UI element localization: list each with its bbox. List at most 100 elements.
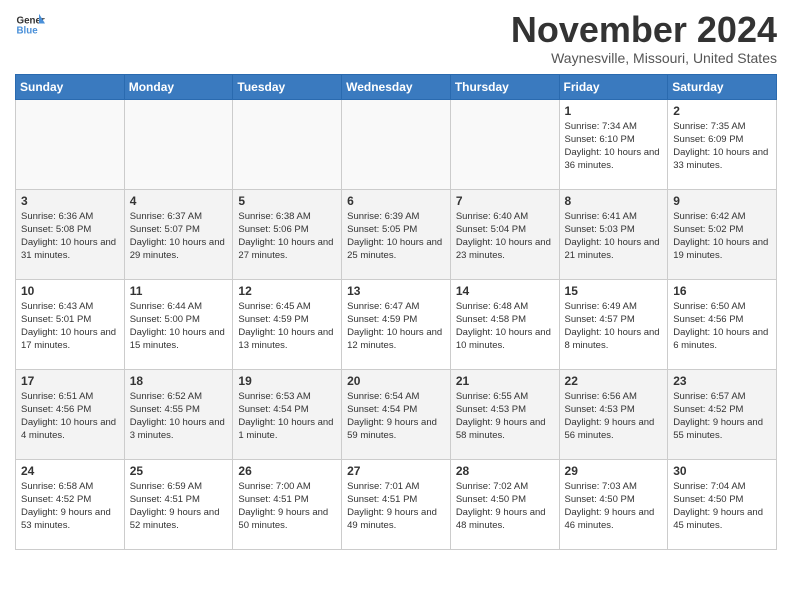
day-number: 10: [21, 284, 119, 298]
calendar-cell: 23 Sunrise: 6:57 AM Sunset: 4:52 PM Dayli…: [668, 369, 777, 459]
day-info: Sunrise: 6:53 AM Sunset: 4:54 PM Dayligh…: [238, 390, 336, 443]
weekday-header-sunday: Sunday: [16, 74, 125, 99]
calendar-cell: [342, 99, 451, 189]
day-info: Sunrise: 7:00 AM Sunset: 4:51 PM Dayligh…: [238, 480, 336, 533]
day-number: 13: [347, 284, 445, 298]
day-number: 5: [238, 194, 336, 208]
weekday-header-wednesday: Wednesday: [342, 74, 451, 99]
day-number: 23: [673, 374, 771, 388]
day-number: 19: [238, 374, 336, 388]
calendar-cell: [450, 99, 559, 189]
day-number: 27: [347, 464, 445, 478]
day-number: 17: [21, 374, 119, 388]
calendar-cell: 1Sunrise: 7:34 AM Sunset: 6:10 PM Daylig…: [559, 99, 668, 189]
day-number: 24: [21, 464, 119, 478]
day-info: Sunrise: 7:34 AM Sunset: 6:10 PM Dayligh…: [565, 120, 663, 173]
day-info: Sunrise: 6:58 AM Sunset: 4:52 PM Dayligh…: [21, 480, 119, 533]
day-info: Sunrise: 6:50 AM Sunset: 4:56 PM Dayligh…: [673, 300, 771, 353]
day-number: 20: [347, 374, 445, 388]
calendar-cell: 28 Sunrise: 7:02 AM Sunset: 4:50 PM Dayli…: [450, 459, 559, 549]
calendar-cell: [16, 99, 125, 189]
calendar-cell: 15 Sunrise: 6:49 AM Sunset: 4:57 PM Dayli…: [559, 279, 668, 369]
calendar-cell: 2Sunrise: 7:35 AM Sunset: 6:09 PM Daylig…: [668, 99, 777, 189]
calendar-week-row: 24 Sunrise: 6:58 AM Sunset: 4:52 PM Dayli…: [16, 459, 777, 549]
calendar-cell: 20 Sunrise: 6:54 AM Sunset: 4:54 PM Dayli…: [342, 369, 451, 459]
day-number: 8: [565, 194, 663, 208]
calendar-cell: 17 Sunrise: 6:51 AM Sunset: 4:56 PM Dayli…: [16, 369, 125, 459]
calendar-cell: 13 Sunrise: 6:47 AM Sunset: 4:59 PM Dayli…: [342, 279, 451, 369]
day-info: Sunrise: 6:54 AM Sunset: 4:54 PM Dayligh…: [347, 390, 445, 443]
day-info: Sunrise: 6:56 AM Sunset: 4:53 PM Dayligh…: [565, 390, 663, 443]
day-info: Sunrise: 6:49 AM Sunset: 4:57 PM Dayligh…: [565, 300, 663, 353]
calendar-cell: 5 Sunrise: 6:38 AM Sunset: 5:06 PM Daylig…: [233, 189, 342, 279]
weekday-header-monday: Monday: [124, 74, 233, 99]
day-info: Sunrise: 6:47 AM Sunset: 4:59 PM Dayligh…: [347, 300, 445, 353]
weekday-header-friday: Friday: [559, 74, 668, 99]
day-info: Sunrise: 7:03 AM Sunset: 4:50 PM Dayligh…: [565, 480, 663, 533]
calendar-cell: 21 Sunrise: 6:55 AM Sunset: 4:53 PM Dayli…: [450, 369, 559, 459]
calendar-cell: 7 Sunrise: 6:40 AM Sunset: 5:04 PM Daylig…: [450, 189, 559, 279]
day-number: 26: [238, 464, 336, 478]
calendar-cell: 19 Sunrise: 6:53 AM Sunset: 4:54 PM Dayli…: [233, 369, 342, 459]
calendar-week-row: 10 Sunrise: 6:43 AM Sunset: 5:01 PM Dayli…: [16, 279, 777, 369]
calendar-cell: [233, 99, 342, 189]
day-number: 15: [565, 284, 663, 298]
day-number: 7: [456, 194, 554, 208]
calendar-week-row: 3Sunrise: 6:36 AM Sunset: 5:08 PM Daylig…: [16, 189, 777, 279]
day-number: 9: [673, 194, 771, 208]
day-number: 14: [456, 284, 554, 298]
svg-text:Blue: Blue: [17, 25, 39, 36]
day-info: Sunrise: 6:42 AM Sunset: 5:02 PM Dayligh…: [673, 210, 771, 263]
calendar-week-row: 1Sunrise: 7:34 AM Sunset: 6:10 PM Daylig…: [16, 99, 777, 189]
weekday-header-tuesday: Tuesday: [233, 74, 342, 99]
logo-icon: General Blue: [15, 10, 45, 40]
day-number: 30: [673, 464, 771, 478]
day-info: Sunrise: 6:48 AM Sunset: 4:58 PM Dayligh…: [456, 300, 554, 353]
calendar-cell: 10 Sunrise: 6:43 AM Sunset: 5:01 PM Dayli…: [16, 279, 125, 369]
calendar-cell: 3Sunrise: 6:36 AM Sunset: 5:08 PM Daylig…: [16, 189, 125, 279]
day-info: Sunrise: 7:02 AM Sunset: 4:50 PM Dayligh…: [456, 480, 554, 533]
calendar-cell: 14 Sunrise: 6:48 AM Sunset: 4:58 PM Dayli…: [450, 279, 559, 369]
month-title: November 2024: [511, 10, 777, 50]
day-number: 18: [130, 374, 228, 388]
weekday-header-thursday: Thursday: [450, 74, 559, 99]
calendar-cell: 22Sunrise: 6:56 AM Sunset: 4:53 PM Dayli…: [559, 369, 668, 459]
weekday-header-row: SundayMondayTuesdayWednesdayThursdayFrid…: [16, 74, 777, 99]
calendar-cell: 11 Sunrise: 6:44 AM Sunset: 5:00 PM Dayli…: [124, 279, 233, 369]
day-number: 28: [456, 464, 554, 478]
calendar-cell: 27Sunrise: 7:01 AM Sunset: 4:51 PM Dayli…: [342, 459, 451, 549]
day-number: 6: [347, 194, 445, 208]
day-info: Sunrise: 6:41 AM Sunset: 5:03 PM Dayligh…: [565, 210, 663, 263]
calendar-cell: 12 Sunrise: 6:45 AM Sunset: 4:59 PM Dayli…: [233, 279, 342, 369]
day-number: 12: [238, 284, 336, 298]
day-number: 4: [130, 194, 228, 208]
calendar-cell: 26 Sunrise: 7:00 AM Sunset: 4:51 PM Dayli…: [233, 459, 342, 549]
day-info: Sunrise: 6:40 AM Sunset: 5:04 PM Dayligh…: [456, 210, 554, 263]
title-block: November 2024 Waynesville, Missouri, Uni…: [511, 10, 777, 66]
calendar-cell: 16Sunrise: 6:50 AM Sunset: 4:56 PM Dayli…: [668, 279, 777, 369]
day-info: Sunrise: 6:57 AM Sunset: 4:52 PM Dayligh…: [673, 390, 771, 443]
day-info: Sunrise: 6:55 AM Sunset: 4:53 PM Dayligh…: [456, 390, 554, 443]
day-number: 21: [456, 374, 554, 388]
calendar-cell: [124, 99, 233, 189]
calendar-week-row: 17 Sunrise: 6:51 AM Sunset: 4:56 PM Dayli…: [16, 369, 777, 459]
calendar-cell: 4 Sunrise: 6:37 AM Sunset: 5:07 PM Daylig…: [124, 189, 233, 279]
calendar-cell: 8 Sunrise: 6:41 AM Sunset: 5:03 PM Daylig…: [559, 189, 668, 279]
location: Waynesville, Missouri, United States: [511, 50, 777, 66]
logo: General Blue: [15, 10, 45, 40]
weekday-header-saturday: Saturday: [668, 74, 777, 99]
day-number: 2: [673, 104, 771, 118]
calendar-cell: 29Sunrise: 7:03 AM Sunset: 4:50 PM Dayli…: [559, 459, 668, 549]
day-info: Sunrise: 6:44 AM Sunset: 5:00 PM Dayligh…: [130, 300, 228, 353]
calendar-cell: 30Sunrise: 7:04 AM Sunset: 4:50 PM Dayli…: [668, 459, 777, 549]
calendar-cell: 25Sunrise: 6:59 AM Sunset: 4:51 PM Dayli…: [124, 459, 233, 549]
day-info: Sunrise: 6:45 AM Sunset: 4:59 PM Dayligh…: [238, 300, 336, 353]
day-info: Sunrise: 6:43 AM Sunset: 5:01 PM Dayligh…: [21, 300, 119, 353]
calendar-cell: 9 Sunrise: 6:42 AM Sunset: 5:02 PM Daylig…: [668, 189, 777, 279]
day-info: Sunrise: 6:59 AM Sunset: 4:51 PM Dayligh…: [130, 480, 228, 533]
day-info: Sunrise: 6:37 AM Sunset: 5:07 PM Dayligh…: [130, 210, 228, 263]
day-info: Sunrise: 6:38 AM Sunset: 5:06 PM Dayligh…: [238, 210, 336, 263]
day-number: 11: [130, 284, 228, 298]
day-info: Sunrise: 6:51 AM Sunset: 4:56 PM Dayligh…: [21, 390, 119, 443]
calendar-table: SundayMondayTuesdayWednesdayThursdayFrid…: [15, 74, 777, 550]
